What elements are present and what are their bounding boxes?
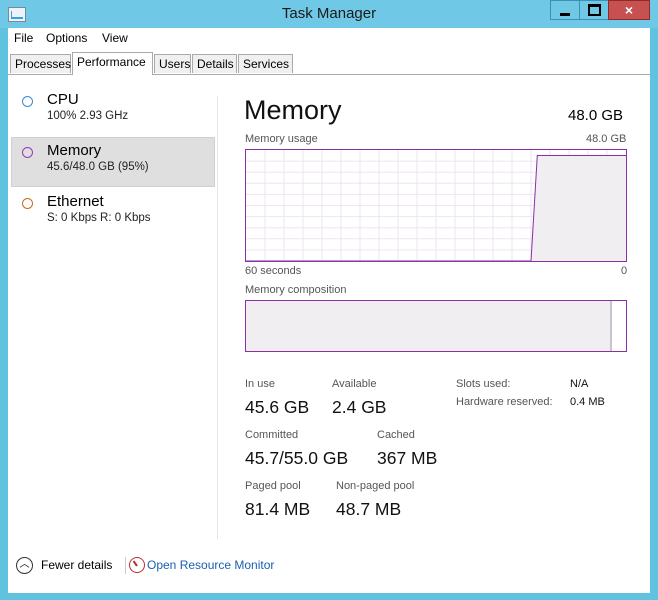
non-paged-pool-value: 48.7 MB: [336, 499, 402, 519]
maximize-icon: [587, 4, 601, 16]
sidebar-item-detail: S: 0 Kbps R: 0 Kbps: [47, 212, 151, 224]
tab-strip: Processes Performance Users Details Serv…: [8, 52, 650, 75]
sidebar-item-label: Memory: [47, 142, 102, 159]
sidebar-item-memory[interactable]: Memory 45.6/48.0 GB (95%): [11, 137, 215, 187]
sidebar-item-detail: 100% 2.93 GHz: [47, 110, 129, 122]
sidebar-item-label: CPU: [47, 91, 79, 108]
panel-divider: [217, 96, 218, 539]
tab-users[interactable]: Users: [154, 54, 191, 73]
paged-pool-label: Paged pool: [245, 480, 301, 492]
footer-divider: [125, 557, 126, 574]
in-use-label: In use: [245, 378, 275, 390]
ethernet-indicator-icon: [22, 198, 33, 209]
hardware-reserved-value: 0.4 MB: [570, 396, 605, 408]
menu-view[interactable]: View: [102, 31, 128, 45]
hardware-reserved-label: Hardware reserved:: [456, 396, 553, 408]
cpu-indicator-icon: [22, 96, 33, 107]
paged-pool-value: 81.4 MB: [245, 499, 311, 519]
open-resource-monitor-link[interactable]: Open Resource Monitor: [147, 558, 274, 572]
available-label: Available: [332, 378, 377, 390]
client-area: File Options View Processes Performance …: [8, 28, 650, 593]
composition-modified: [610, 301, 612, 351]
maximize-button[interactable]: [579, 0, 609, 20]
in-use-value: 45.6 GB: [245, 397, 310, 417]
tab-processes[interactable]: Processes: [10, 54, 71, 73]
available-value: 2.4 GB: [332, 397, 387, 417]
sidebar-item-detail: 45.6/48.0 GB (95%): [47, 161, 149, 173]
minimize-button[interactable]: [550, 0, 580, 20]
non-paged-pool-label: Non-paged pool: [336, 480, 415, 492]
cached-value: 367 MB: [377, 448, 438, 468]
resource-monitor-icon[interactable]: [129, 557, 145, 573]
menu-file[interactable]: File: [14, 31, 33, 45]
tab-services[interactable]: Services: [238, 54, 293, 73]
memory-usage-chart: [246, 150, 626, 261]
menu-options[interactable]: Options: [46, 31, 87, 45]
close-icon: ×: [624, 2, 634, 18]
tab-performance[interactable]: Performance: [72, 52, 153, 75]
committed-label: Committed: [245, 429, 299, 441]
page-title: Memory: [244, 95, 342, 125]
memory-total: 48.0 GB: [568, 107, 624, 124]
graph-time-left: 60 seconds: [245, 265, 302, 277]
committed-value: 45.7/55.0 GB: [245, 448, 349, 468]
graph-time-right: 0: [621, 265, 628, 277]
slots-used-value: N/A: [570, 378, 589, 390]
memory-composition-label: Memory composition: [245, 284, 347, 296]
cached-label: Cached: [377, 429, 415, 441]
fewer-details-button[interactable]: Fewer details: [41, 558, 112, 572]
slots-used-label: Slots used:: [456, 378, 511, 390]
close-button[interactable]: ×: [608, 0, 650, 20]
tab-details[interactable]: Details: [192, 54, 237, 73]
memory-indicator-icon: [22, 147, 33, 158]
memory-usage-max: 48.0 GB: [586, 133, 627, 145]
chevron-up-icon[interactable]: ︿: [16, 557, 33, 574]
menu-bar: File Options View: [8, 28, 650, 50]
memory-composition-bar: [245, 300, 627, 352]
memory-usage-graph: [245, 149, 627, 262]
sidebar-item-ethernet[interactable]: Ethernet S: 0 Kbps R: 0 Kbps: [11, 188, 215, 238]
memory-usage-label: Memory usage: [245, 133, 318, 145]
composition-in-use: [246, 301, 610, 351]
sidebar-item-cpu[interactable]: CPU 100% 2.93 GHz: [11, 86, 215, 136]
sidebar-item-label: Ethernet: [47, 193, 104, 210]
minimize-icon: [560, 12, 570, 16]
